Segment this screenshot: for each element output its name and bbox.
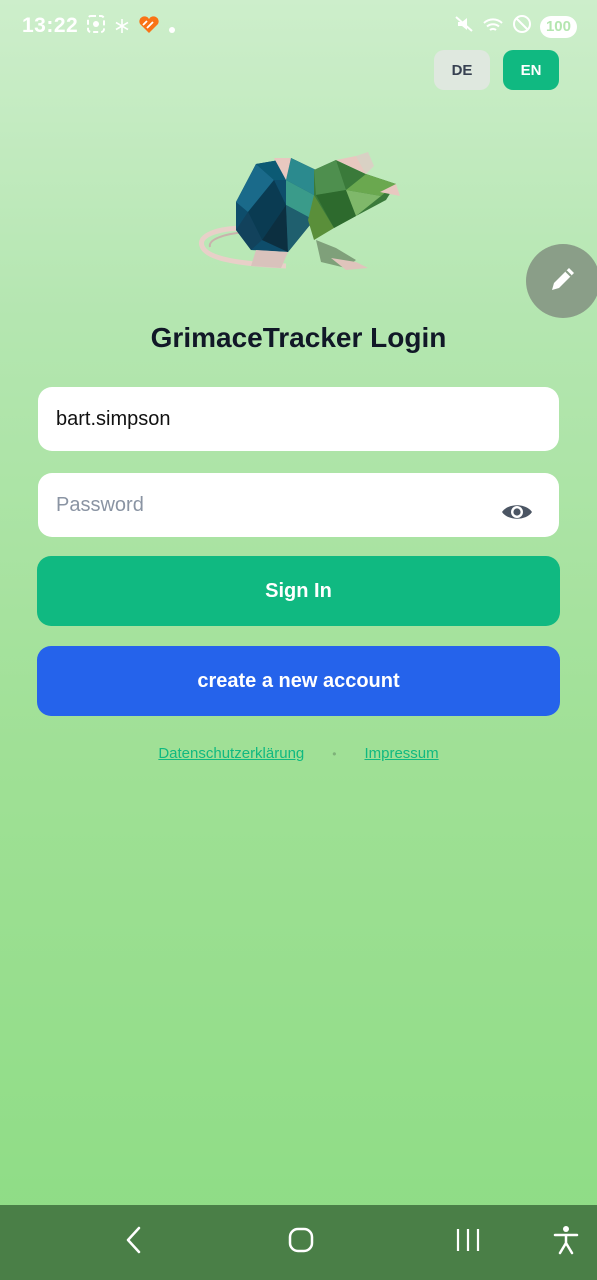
- mute-icon: [454, 14, 474, 40]
- do-not-disturb-icon: [512, 14, 532, 40]
- status-bar: 13:22 100: [0, 0, 597, 52]
- app-logo-rat: [196, 150, 400, 275]
- accessibility-icon: [553, 1225, 579, 1260]
- imprint-link[interactable]: Impressum: [364, 745, 438, 762]
- create-account-button[interactable]: create a new account: [37, 646, 560, 716]
- privacy-link[interactable]: Datenschutzerklärung: [158, 745, 304, 762]
- language-toggle: DE EN: [434, 50, 559, 90]
- system-nav-bar: [0, 1205, 597, 1280]
- page-title: GrimaceTracker Login: [150, 322, 447, 353]
- nav-home-button[interactable]: [279, 1205, 323, 1280]
- password-placeholder: Password: [56, 493, 144, 516]
- snowflake-icon: [114, 14, 130, 40]
- sign-in-button[interactable]: Sign In: [37, 556, 560, 626]
- wifi-icon: [482, 14, 504, 40]
- legal-links: Datenschutzerklärung • Impressum: [0, 745, 597, 762]
- nav-back-button[interactable]: [112, 1205, 156, 1280]
- status-left-icons: [86, 14, 176, 40]
- back-chevron-icon: [124, 1225, 144, 1260]
- nav-accessibility-button[interactable]: [544, 1205, 588, 1280]
- nav-recents-button[interactable]: [446, 1205, 490, 1280]
- pencil-icon: [546, 262, 580, 301]
- battery-indicator: 100: [539, 16, 577, 38]
- edit-fab-button[interactable]: [526, 244, 597, 318]
- eye-icon[interactable]: [501, 501, 533, 529]
- username-value: bart.simpson: [56, 407, 171, 430]
- status-right-icons: 100: [454, 14, 577, 40]
- app-heart-icon: [138, 14, 160, 40]
- recents-icon: [455, 1227, 481, 1258]
- status-time: 13:22: [22, 14, 79, 37]
- language-de-button[interactable]: DE: [434, 50, 490, 90]
- home-icon: [287, 1226, 315, 1259]
- link-separator: •: [332, 746, 337, 761]
- username-field[interactable]: bart.simpson: [38, 387, 559, 451]
- dot-icon: [168, 14, 176, 40]
- language-en-button[interactable]: EN: [503, 50, 559, 90]
- password-field[interactable]: Password: [38, 473, 559, 537]
- screenshot-icon: [86, 14, 106, 40]
